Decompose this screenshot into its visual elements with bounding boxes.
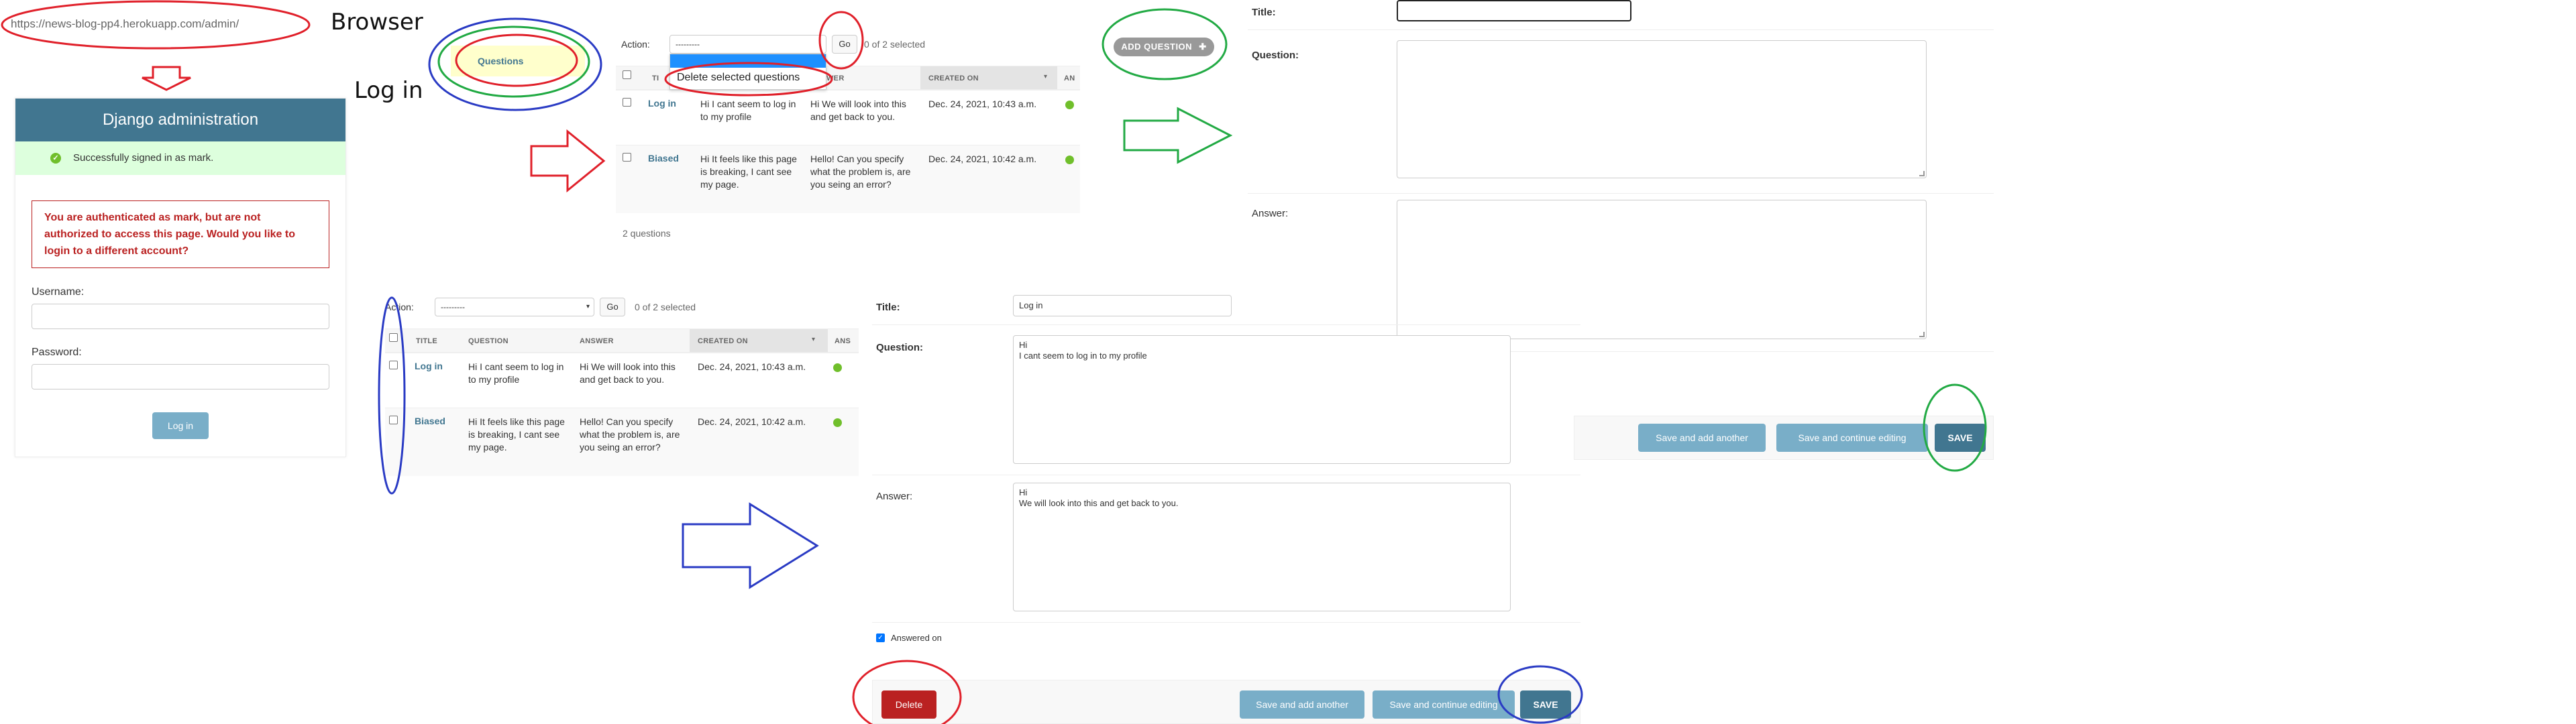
annotation-circle-red [818, 11, 864, 70]
annotation-arrow-blue [682, 502, 819, 589]
annotation-circle-red [1, 0, 311, 50]
annotation-circle-red [664, 62, 833, 97]
annotation-circle-green [1102, 8, 1228, 80]
annotation-circle-blue [378, 296, 406, 495]
annotation-overlay [1, 0, 1987, 724]
annotation-circle-blue [1497, 665, 1583, 724]
annotation-circle-green [1923, 383, 1987, 472]
annotation-arrow-red [530, 129, 606, 193]
annotation-circle-red [852, 660, 962, 724]
annotation-arrow-red [142, 66, 191, 91]
annotation-arrow-green [1123, 107, 1233, 164]
annotation-circle-red [455, 34, 578, 87]
